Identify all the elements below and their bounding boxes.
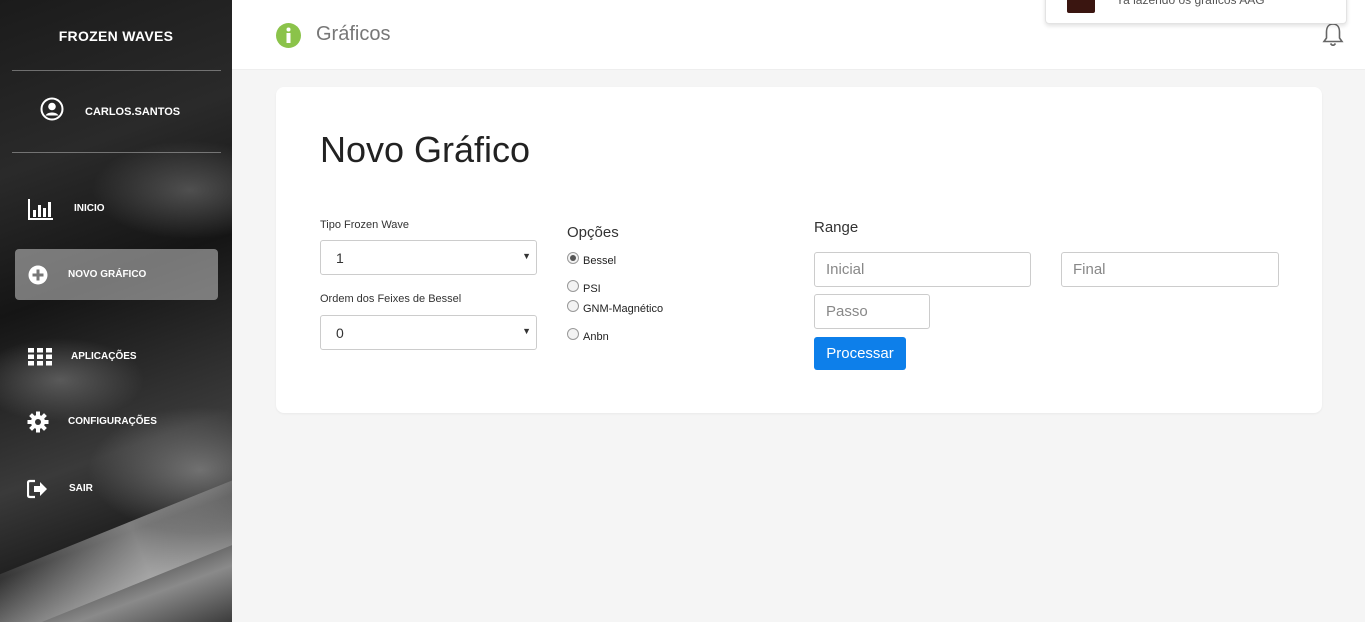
final-input[interactable] (1061, 252, 1279, 287)
page-title: Gráficos (316, 23, 391, 45)
sidebar-item-configuracoes[interactable]: CONFIGURAÇÕES (15, 396, 218, 447)
sidebar-item-label: NOVO GRÁFICO (68, 269, 147, 280)
passo-input[interactable] (814, 294, 930, 329)
option-label: GNM-Magnético (583, 303, 664, 315)
ordem-bessel-label: Ordem dos Feixes de Bessel (320, 293, 462, 305)
sidebar-item-label: APLICAÇÕES (71, 351, 137, 362)
user-profile[interactable]: CARLOS.SANTOS (40, 97, 180, 126)
sidebar-item-sair[interactable]: SAIR (15, 463, 218, 514)
range-title: Range (814, 219, 859, 236)
option-psi[interactable]: PSI (567, 280, 601, 295)
tipo-frozen-wave-label: Tipo Frozen Wave (320, 219, 410, 231)
options-title: Opções (567, 224, 619, 241)
form-title: Novo Gráfico (320, 129, 531, 170)
grid-icon (27, 344, 53, 370)
radio-button[interactable] (567, 328, 579, 340)
radio-button[interactable] (567, 280, 579, 292)
option-label: PSI (583, 283, 601, 295)
user-avatar-icon (40, 97, 64, 126)
sidebar: FROZEN WAVES CARLOS.SANTOS INICIO NOVO G… (0, 0, 232, 622)
notification-thumbnail (1067, 0, 1095, 13)
divider (12, 70, 221, 71)
gear-icon (25, 409, 51, 435)
sidebar-item-label: INICIO (74, 203, 105, 214)
notification-popup[interactable]: Ya lazendo os graficos AAG (1045, 0, 1347, 24)
sign-out-icon (25, 476, 51, 502)
username: CARLOS.SANTOS (85, 105, 181, 118)
info-icon (276, 23, 301, 53)
radio-button[interactable] (567, 252, 579, 264)
option-label: Anbn (583, 331, 609, 343)
form-card: Novo Gráfico Tipo Frozen Wave 1 ▼ Ordem … (276, 87, 1322, 413)
option-label: Bessel (583, 255, 617, 267)
sidebar-item-label: CONFIGURAÇÕES (68, 416, 157, 427)
sidebar-item-label: SAIR (69, 483, 93, 494)
option-anbn[interactable]: Anbn (567, 328, 609, 343)
caret-down-icon: ▼ (522, 251, 531, 261)
option-gnm-magnetico[interactable]: GNM-Magnético (567, 300, 664, 315)
inicial-input[interactable] (814, 252, 1031, 287)
select-value: 1 (336, 250, 344, 266)
option-bessel[interactable]: Bessel (567, 252, 617, 267)
bell-icon[interactable] (1322, 22, 1344, 53)
radio-button[interactable] (567, 300, 579, 312)
ordem-bessel-select[interactable]: 0 ▼ (320, 315, 537, 350)
brand-name: FROZEN WAVES (58, 28, 174, 44)
caret-down-icon: ▼ (522, 326, 531, 336)
plus-circle-icon (25, 262, 51, 288)
processar-button[interactable]: Processar (814, 337, 906, 370)
sidebar-item-novo-grafico[interactable]: NOVO GRÁFICO (15, 249, 218, 300)
select-value: 0 (336, 325, 344, 341)
divider (12, 152, 221, 153)
bar-chart-icon (28, 196, 54, 222)
sidebar-item-aplicacoes[interactable]: APLICAÇÕES (15, 331, 218, 382)
tipo-frozen-wave-select[interactable]: 1 ▼ (320, 240, 537, 275)
sidebar-item-inicio[interactable]: INICIO (15, 183, 218, 234)
notification-text: Ya lazendo os graficos AAG (1116, 0, 1265, 7)
